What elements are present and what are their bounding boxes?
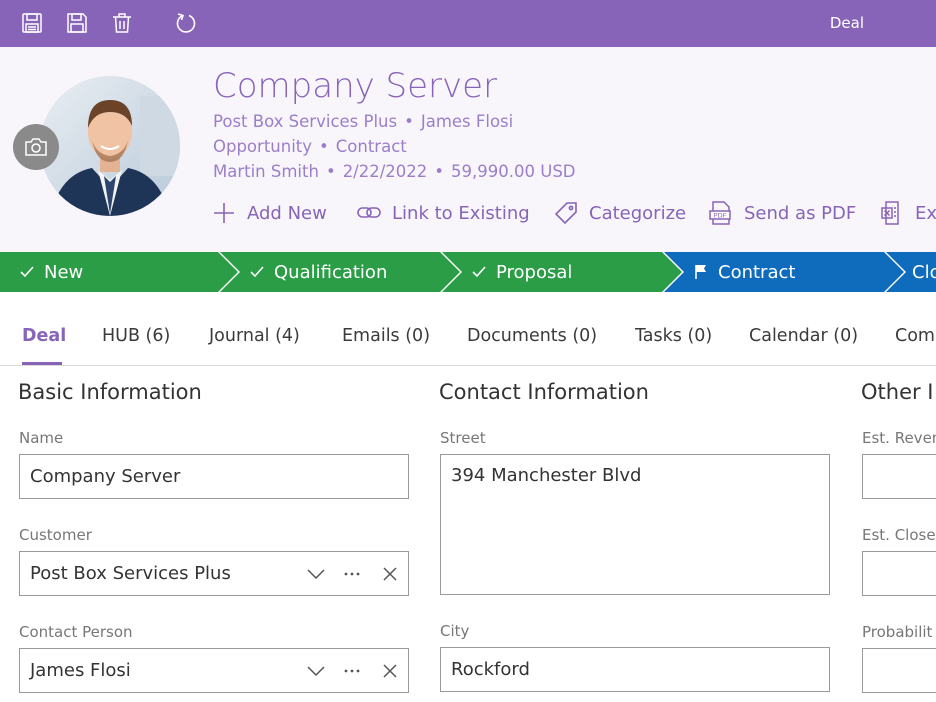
stage-new[interactable]: New [0, 252, 240, 292]
city-field[interactable]: Rockford [440, 647, 830, 692]
city-label: City [440, 622, 470, 640]
clear-icon[interactable] [380, 564, 400, 584]
separator: • [434, 162, 445, 181]
separator: • [325, 162, 336, 181]
add-new-label: Add New [247, 202, 327, 224]
tab-deal[interactable]: Deal [22, 326, 66, 346]
owner-name: Martin Smith [213, 162, 319, 181]
probability-field[interactable] [862, 648, 936, 693]
tab-hub[interactable]: HUB (6) [102, 326, 170, 346]
deal-date: 2/22/2022 [342, 162, 428, 181]
link-to-existing-button[interactable]: Link to Existing [356, 200, 530, 226]
tab-emails[interactable]: Emails (0) [342, 326, 430, 346]
categorize-button[interactable]: Categorize [553, 200, 686, 226]
page-title: Company Server [213, 66, 498, 106]
camera-icon [25, 138, 47, 156]
tab-journal[interactable]: Journal (4) [209, 326, 300, 346]
more-icon[interactable] [342, 661, 362, 681]
header-line-type: Opportunity • Contract [213, 137, 407, 156]
street-label: Street [440, 429, 486, 447]
chevron-down-icon[interactable] [306, 661, 326, 681]
tab-tasks[interactable]: Tasks (0) [635, 326, 712, 346]
est-revenue-label: Est. Reven [862, 429, 936, 447]
save-close-icon[interactable] [18, 9, 46, 37]
clear-icon[interactable] [380, 661, 400, 681]
check-icon [250, 266, 264, 278]
stage-label: Contract [718, 261, 796, 283]
tag-icon [554, 202, 577, 225]
check-icon [472, 266, 486, 278]
separator: • [319, 137, 329, 156]
stage-label: Qualification [274, 261, 388, 283]
city-value: Rockford [451, 659, 530, 680]
change-photo-button[interactable] [13, 124, 59, 170]
stage-proposal[interactable]: Proposal [442, 252, 684, 292]
record-stage: Contract [335, 137, 407, 156]
est-close-label: Est. Close [862, 526, 936, 544]
chevron-down-icon[interactable] [306, 564, 326, 584]
record-type: Opportunity [213, 137, 313, 156]
name-value: Company Server [30, 466, 181, 487]
header-line-meta: Martin Smith • 2/22/2022 • 59,990.00 USD [213, 162, 576, 181]
window-title: Deal [829, 14, 864, 32]
name-field[interactable]: Company Server [19, 454, 409, 499]
send-as-pdf-label: Send as PDF [744, 202, 857, 224]
customer-lookup[interactable]: Post Box Services Plus [19, 551, 409, 596]
add-new-button[interactable]: Add New [211, 200, 327, 226]
customer-label: Customer [19, 526, 92, 544]
svg-text:PDF: PDF [714, 212, 727, 220]
probability-label: Probabilit [862, 623, 933, 641]
contact-person-label: Contact Person [19, 623, 133, 641]
est-close-field[interactable] [862, 551, 936, 596]
active-tab-indicator [22, 362, 62, 365]
export-button[interactable]: Ex [879, 200, 936, 226]
link-to-existing-label: Link to Existing [392, 202, 530, 224]
check-icon [20, 266, 34, 278]
avatar[interactable] [40, 76, 180, 216]
header-line-customer: Post Box Services Plus • James Flosi [213, 112, 513, 131]
stage-contract[interactable]: Contract [664, 252, 906, 292]
stage-qualification[interactable]: Qualification [220, 252, 462, 292]
street-value: 394 Manchester Blvd [451, 465, 642, 486]
customer-value: Post Box Services Plus [30, 563, 231, 584]
tab-communication[interactable]: Com [895, 326, 935, 346]
send-as-pdf-button[interactable]: PDF Send as PDF [708, 200, 856, 226]
street-textarea[interactable]: 394 Manchester Blvd [440, 454, 830, 595]
tab-bar: Deal HUB (6) Journal (4) Emails (0) Docu… [0, 318, 936, 366]
stage-label: Proposal [496, 261, 573, 283]
est-revenue-field[interactable] [862, 454, 936, 499]
customer-link[interactable]: Post Box Services Plus [213, 112, 397, 131]
stage-closed[interactable]: Clo [886, 252, 936, 292]
section-title-other: Other I [861, 380, 934, 404]
categorize-label: Categorize [589, 202, 687, 224]
stage-label: Clo [912, 261, 936, 283]
stage-progress-bar: New Qualification Proposal Contract Clo [0, 252, 936, 292]
section-title-contact: Contact Information [439, 380, 649, 404]
plus-icon [214, 203, 234, 223]
deal-amount: 59,990.00 USD [451, 162, 576, 181]
stage-label: New [44, 261, 84, 283]
link-icon [357, 207, 381, 218]
contact-person-value: James Flosi [30, 660, 131, 681]
contact-person-lookup[interactable]: James Flosi [19, 648, 409, 693]
save-icon[interactable] [63, 9, 91, 37]
name-label: Name [19, 429, 64, 447]
tab-calendar[interactable]: Calendar (0) [749, 326, 858, 346]
delete-icon[interactable] [108, 9, 136, 37]
section-title-basic: Basic Information [18, 380, 202, 404]
tab-documents[interactable]: Documents (0) [467, 326, 597, 346]
more-icon[interactable] [342, 564, 362, 584]
contact-link[interactable]: James Flosi [421, 112, 513, 131]
title-bar: Deal [0, 0, 936, 47]
pdf-icon: PDF [709, 201, 731, 225]
separator: • [404, 112, 414, 131]
export-icon [881, 201, 899, 225]
export-label: Ex [915, 202, 936, 224]
flag-icon [695, 265, 706, 279]
refresh-icon[interactable] [172, 9, 200, 37]
